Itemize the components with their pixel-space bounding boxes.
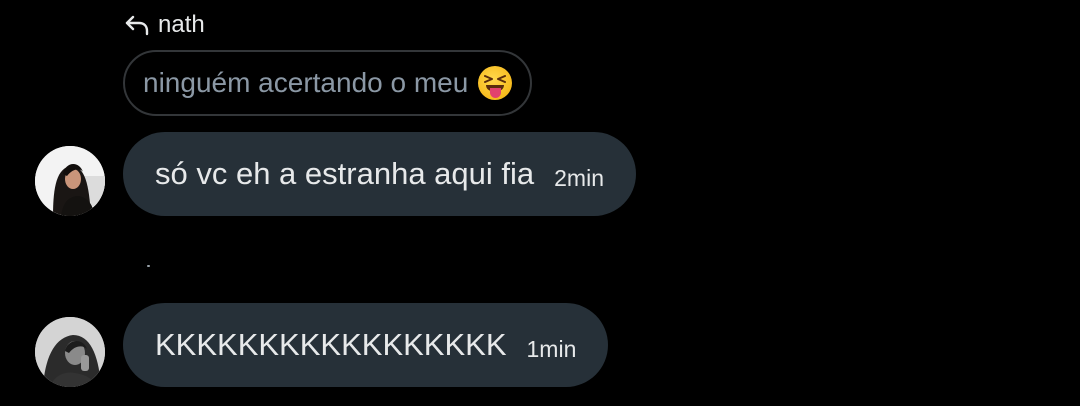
quoted-message-text: ninguém acertando o meu	[143, 67, 469, 98]
reply-arrow-icon	[124, 14, 150, 36]
squinting-face-with-tongue-icon	[478, 66, 513, 100]
message-text: só vc eh a estranha aqui fia	[155, 156, 535, 191]
user-avatar[interactable]	[35, 317, 105, 387]
dm-conversation: nath ninguém acertando o meu só vc eh a …	[0, 0, 1080, 406]
reply-header: nath	[124, 10, 205, 40]
reply-to-name: nath	[158, 11, 205, 38]
message-bubble[interactable]: KKKKKKKKKKKKKKKKK 1min	[123, 303, 609, 387]
message-bubble[interactable]: só vc eh a estranha aqui fia 2min	[123, 132, 636, 216]
divider-mark	[147, 265, 150, 267]
user-avatar[interactable]	[35, 146, 105, 216]
message-timestamp: 2min	[554, 164, 604, 191]
message-timestamp: 1min	[526, 335, 577, 362]
quoted-message[interactable]: ninguém acertando o meu	[123, 50, 533, 116]
message-text: KKKKKKKKKKKKKKKKK	[155, 327, 507, 362]
